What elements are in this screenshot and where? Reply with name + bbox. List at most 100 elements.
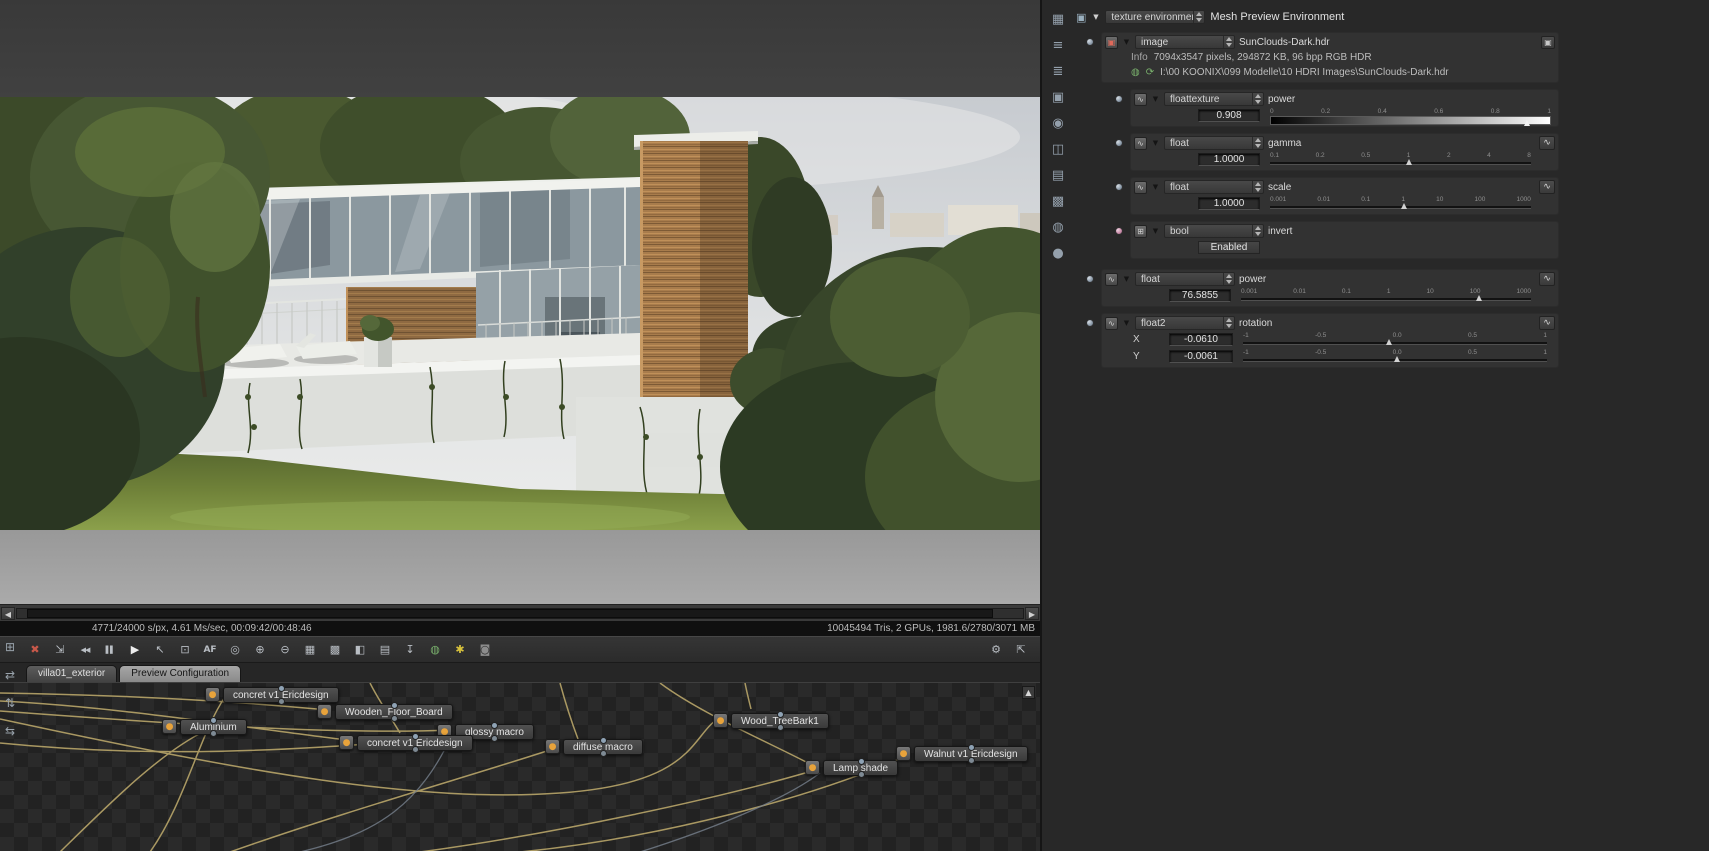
spinner-icon[interactable] [1193, 11, 1204, 23]
spinner-icon[interactable] [1252, 225, 1263, 237]
lock-viewport-button[interactable]: ◙ [476, 641, 494, 659]
pick-material-button[interactable]: ↖ [151, 641, 169, 659]
fit-view-button[interactable]: ⇲ [51, 641, 69, 659]
material-preview-icon[interactable]: ● [1048, 244, 1068, 264]
scrollbar-track[interactable] [16, 607, 1024, 619]
copy-image-button[interactable]: ▤ [376, 641, 394, 659]
power-tex-pin-dot[interactable] [1115, 95, 1123, 103]
settings-wrench-button[interactable]: ⚙ [987, 641, 1005, 659]
postfx-icon[interactable]: ◍ [1048, 218, 1068, 238]
node-concret-v1-ericdesign-1[interactable]: ● concret v1 Ericdesign [205, 684, 339, 705]
gamma-curve-button[interactable]: ∿ [1539, 136, 1555, 150]
environment-settings-icon[interactable]: ◫ [1048, 140, 1068, 160]
zoom-in-button[interactable]: ⊕ [251, 641, 269, 659]
node-wooden-floor-board[interactable]: ● Wooden_Floor_Board [317, 701, 453, 722]
invert-enabled-toggle[interactable]: Enabled [1198, 241, 1260, 254]
rotation-x-value-input[interactable]: -0.0610 [1169, 333, 1233, 346]
camera-settings-icon[interactable]: ◉ [1048, 114, 1068, 134]
scale-slider[interactable] [1270, 202, 1531, 209]
scale-type-select[interactable]: float [1164, 180, 1264, 194]
collapse-arrow-icon[interactable]: ▼ [1151, 183, 1160, 191]
imager-settings-icon[interactable]: ▩ [1048, 192, 1068, 212]
power-tex-slider[interactable] [1270, 115, 1551, 126]
scroll-left-button[interactable]: ◀ [1, 606, 15, 620]
power-curve-button[interactable]: ∿ [1539, 272, 1555, 286]
node-walnut-v1-ericdesign[interactable]: ● Walnut v1 Ericdesign [896, 743, 1028, 764]
gamma-slider[interactable] [1270, 158, 1531, 165]
node-wood-treebark1[interactable]: ● Wood_TreeBark1 [713, 710, 829, 731]
autofocus-button[interactable]: AF [201, 641, 219, 659]
gamma-value-input[interactable]: 1.0000 [1198, 153, 1260, 166]
viewport-horizontal-scrollbar[interactable]: ◀ ▶ [0, 604, 1040, 621]
outliner-icon[interactable]: ≣ [1048, 62, 1068, 82]
levels-icon[interactable]: ≡ [1048, 36, 1068, 56]
rotation-y-value-input[interactable]: -0.0061 [1169, 350, 1233, 363]
render-viewport[interactable] [0, 0, 1040, 604]
rotation-pin-dot[interactable] [1086, 319, 1094, 327]
checker-background-button[interactable]: ▩ [326, 641, 344, 659]
spinner-icon[interactable] [1252, 181, 1263, 193]
rewind-button[interactable]: ◀◀ [76, 641, 94, 659]
scale-pin-dot[interactable] [1115, 183, 1123, 191]
tab-preview-configuration[interactable]: Preview Configuration [119, 665, 242, 682]
node-diffuse-macro[interactable]: ● diffuse macro [545, 736, 643, 757]
node-aluminium[interactable]: ● Aluminium [162, 716, 247, 737]
invert-type-select[interactable]: bool [1164, 224, 1264, 238]
node-concret-v1-ericdesign-2[interactable]: ● concret v1 Ericdesign [339, 732, 473, 753]
fullscreen-button[interactable]: ⇱ [1012, 641, 1030, 659]
alpha-mode-button[interactable]: ▦ [301, 641, 319, 659]
power-pin-dot[interactable] [1086, 275, 1094, 283]
render-region-button[interactable]: ◍ [426, 641, 444, 659]
save-image-button[interactable]: ↧ [401, 641, 419, 659]
spinner-icon[interactable] [1252, 93, 1263, 105]
power-tex-value-input[interactable]: 0.908 [1198, 109, 1260, 122]
collapse-arrow-icon[interactable]: ▼ [1122, 275, 1131, 283]
pan-mode-icon[interactable]: ⇆ [1, 722, 19, 740]
power-value-input[interactable]: 76.5855 [1169, 289, 1231, 302]
node-lamp-shade[interactable]: ● Lamp shade [805, 757, 899, 778]
sync-icon[interactable]: ⇅ [1, 694, 19, 712]
gamma-pin-dot[interactable] [1115, 139, 1123, 147]
collapse-arrow-icon[interactable]: ▼ [1151, 95, 1160, 103]
pause-button[interactable]: ▌▌ [101, 641, 119, 659]
tree-expander-icon[interactable]: ▼ [1091, 13, 1100, 21]
restart-render-button[interactable]: ✖ [26, 641, 44, 659]
play-button[interactable]: ▶ [126, 641, 144, 659]
power-slider[interactable] [1241, 294, 1531, 301]
scale-value-input[interactable]: 1.0000 [1198, 197, 1260, 210]
render-targets-icon[interactable]: ▦ [1048, 10, 1068, 30]
collapse-arrow-icon[interactable]: ▼ [1122, 38, 1131, 46]
spinner-icon[interactable] [1223, 273, 1234, 285]
spinner-icon[interactable] [1223, 317, 1234, 329]
pick-focus-button[interactable]: ⊡ [176, 641, 194, 659]
graph-scroll-up-button[interactable]: ▲ [1022, 686, 1035, 699]
tab-villa01-exterior[interactable]: villa01_exterior [26, 665, 118, 682]
spinner-icon[interactable] [1223, 36, 1234, 48]
rotation-type-select[interactable]: float2 [1135, 316, 1235, 330]
image-pin-dot[interactable] [1086, 38, 1094, 46]
collapse-arrow-icon[interactable]: ▼ [1122, 319, 1131, 327]
image-options-button[interactable]: ▣ [1541, 35, 1555, 49]
node-graph-canvas[interactable]: ● concret v1 Ericdesign ● Wooden_Floor_B… [0, 682, 1040, 851]
collapse-arrow-icon[interactable]: ▼ [1151, 139, 1160, 147]
scrollbar-thumb[interactable] [27, 608, 993, 618]
invert-pin-dot[interactable] [1115, 227, 1123, 235]
power-tex-type-select[interactable]: floattexture [1164, 92, 1264, 106]
image-type-select[interactable]: image [1135, 35, 1235, 49]
scale-curve-button[interactable]: ∿ [1539, 180, 1555, 194]
swap-ab-icon[interactable]: ⇄ [1, 666, 19, 684]
texture-preview-icon[interactable]: ▣ [1048, 88, 1068, 108]
white-balance-button[interactable]: ◎ [226, 641, 244, 659]
collapse-arrow-icon[interactable]: ▼ [1151, 227, 1160, 235]
zoom-out-button[interactable]: ⊖ [276, 641, 294, 659]
reload-globe-icon[interactable]: ◍ [1131, 67, 1140, 78]
scroll-right-button[interactable]: ▶ [1025, 606, 1039, 620]
subsampling-button[interactable]: ◧ [351, 641, 369, 659]
rotation-curve-button[interactable]: ∿ [1539, 316, 1555, 330]
rotation-x-slider[interactable] [1243, 338, 1547, 345]
grid-toggle-icon[interactable]: ⊞ [1, 638, 19, 656]
node-type-select[interactable]: texture environment [1105, 10, 1206, 24]
rotation-y-slider[interactable] [1243, 355, 1547, 362]
render-passes-icon[interactable]: ▤ [1048, 166, 1068, 186]
debug-pixel-button[interactable]: ✱ [451, 641, 469, 659]
